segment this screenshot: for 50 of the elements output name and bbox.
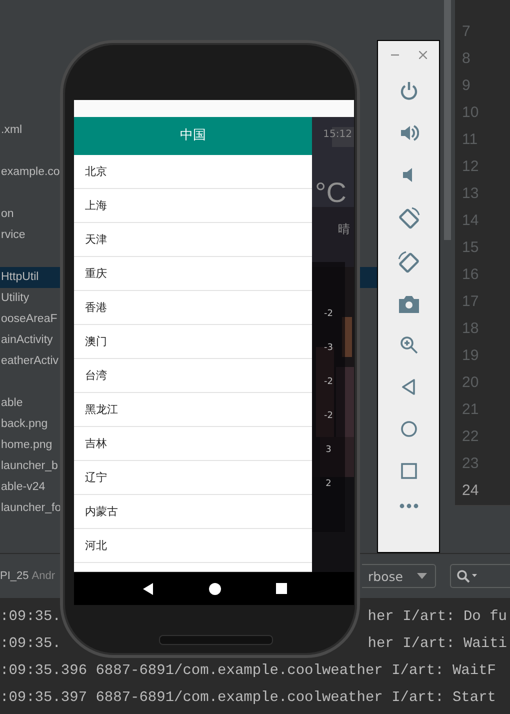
more-icon[interactable] (398, 503, 418, 509)
tree-item[interactable]: Utility (1, 292, 30, 304)
overview-icon[interactable] (276, 583, 286, 594)
caret-icon (417, 573, 427, 579)
scrollbar[interactable] (444, 0, 451, 240)
forecast-value: 3 (326, 444, 332, 457)
close-icon[interactable] (418, 51, 426, 59)
forecast-value: -3 (324, 342, 333, 355)
log-line: her I/art: Waiti (368, 635, 507, 654)
rotate-left-icon[interactable] (398, 207, 420, 229)
log-line: :09:35.396 6887-6891/com.example.coolweather I/art: WaitF (0, 662, 496, 681)
tree-item[interactable]: ainActivity (1, 334, 53, 346)
volume-up-icon[interactable] (398, 123, 418, 143)
log-line: :09:35.397 6887-6891/com.example.coolweather I/art: Start (0, 689, 496, 708)
tree-item[interactable]: on (1, 208, 14, 220)
tree-item[interactable]: home.png (1, 439, 52, 451)
tree-item[interactable]: able (1, 397, 23, 409)
temperature-label: °C (315, 177, 346, 209)
forecast-value: -2 (324, 410, 333, 423)
device-label: Andr (32, 570, 55, 582)
tree-item[interactable]: ooseAreaF (1, 313, 58, 325)
forecast-value: -2 (324, 376, 333, 389)
tree-item[interactable]: launcher_b (1, 460, 58, 472)
tree-item[interactable]: back.png (1, 418, 48, 430)
power-icon[interactable] (398, 81, 418, 101)
search-icon (456, 569, 478, 583)
tree-item[interactable]: eatherActiv (1, 355, 59, 367)
forecast-value: 2 (326, 478, 332, 491)
back-icon[interactable] (142, 582, 154, 594)
search-field[interactable] (450, 564, 510, 588)
tree-item[interactable]: launcher_fo (1, 502, 62, 514)
tree-item[interactable]: able-v24 (1, 481, 46, 493)
home-icon[interactable] (208, 582, 220, 594)
log-line: :09:35. (0, 608, 61, 627)
log-level-dropdown[interactable]: rbose (362, 564, 436, 588)
camera-icon[interactable] (398, 295, 418, 313)
condition-label: 晴 (338, 221, 350, 238)
tree-item[interactable]: HttpUtil (1, 271, 39, 283)
tree-item[interactable]: rvice (1, 229, 26, 241)
zoom-in-icon[interactable] (398, 335, 418, 355)
drawer-header: 中国 (74, 117, 312, 155)
forecast-value: -2 (324, 308, 333, 321)
tree-item[interactable]: example.co (1, 166, 60, 178)
log-line: her I/art: Do fu (368, 608, 507, 627)
device-label: PI_25 (0, 570, 29, 582)
rotate-right-icon[interactable] (398, 251, 420, 273)
log-line: :09:35. (0, 635, 61, 654)
tree-item[interactable]: .xml (1, 124, 22, 136)
time-label: 15:12 (323, 129, 352, 140)
line-number: 24 (462, 481, 480, 501)
